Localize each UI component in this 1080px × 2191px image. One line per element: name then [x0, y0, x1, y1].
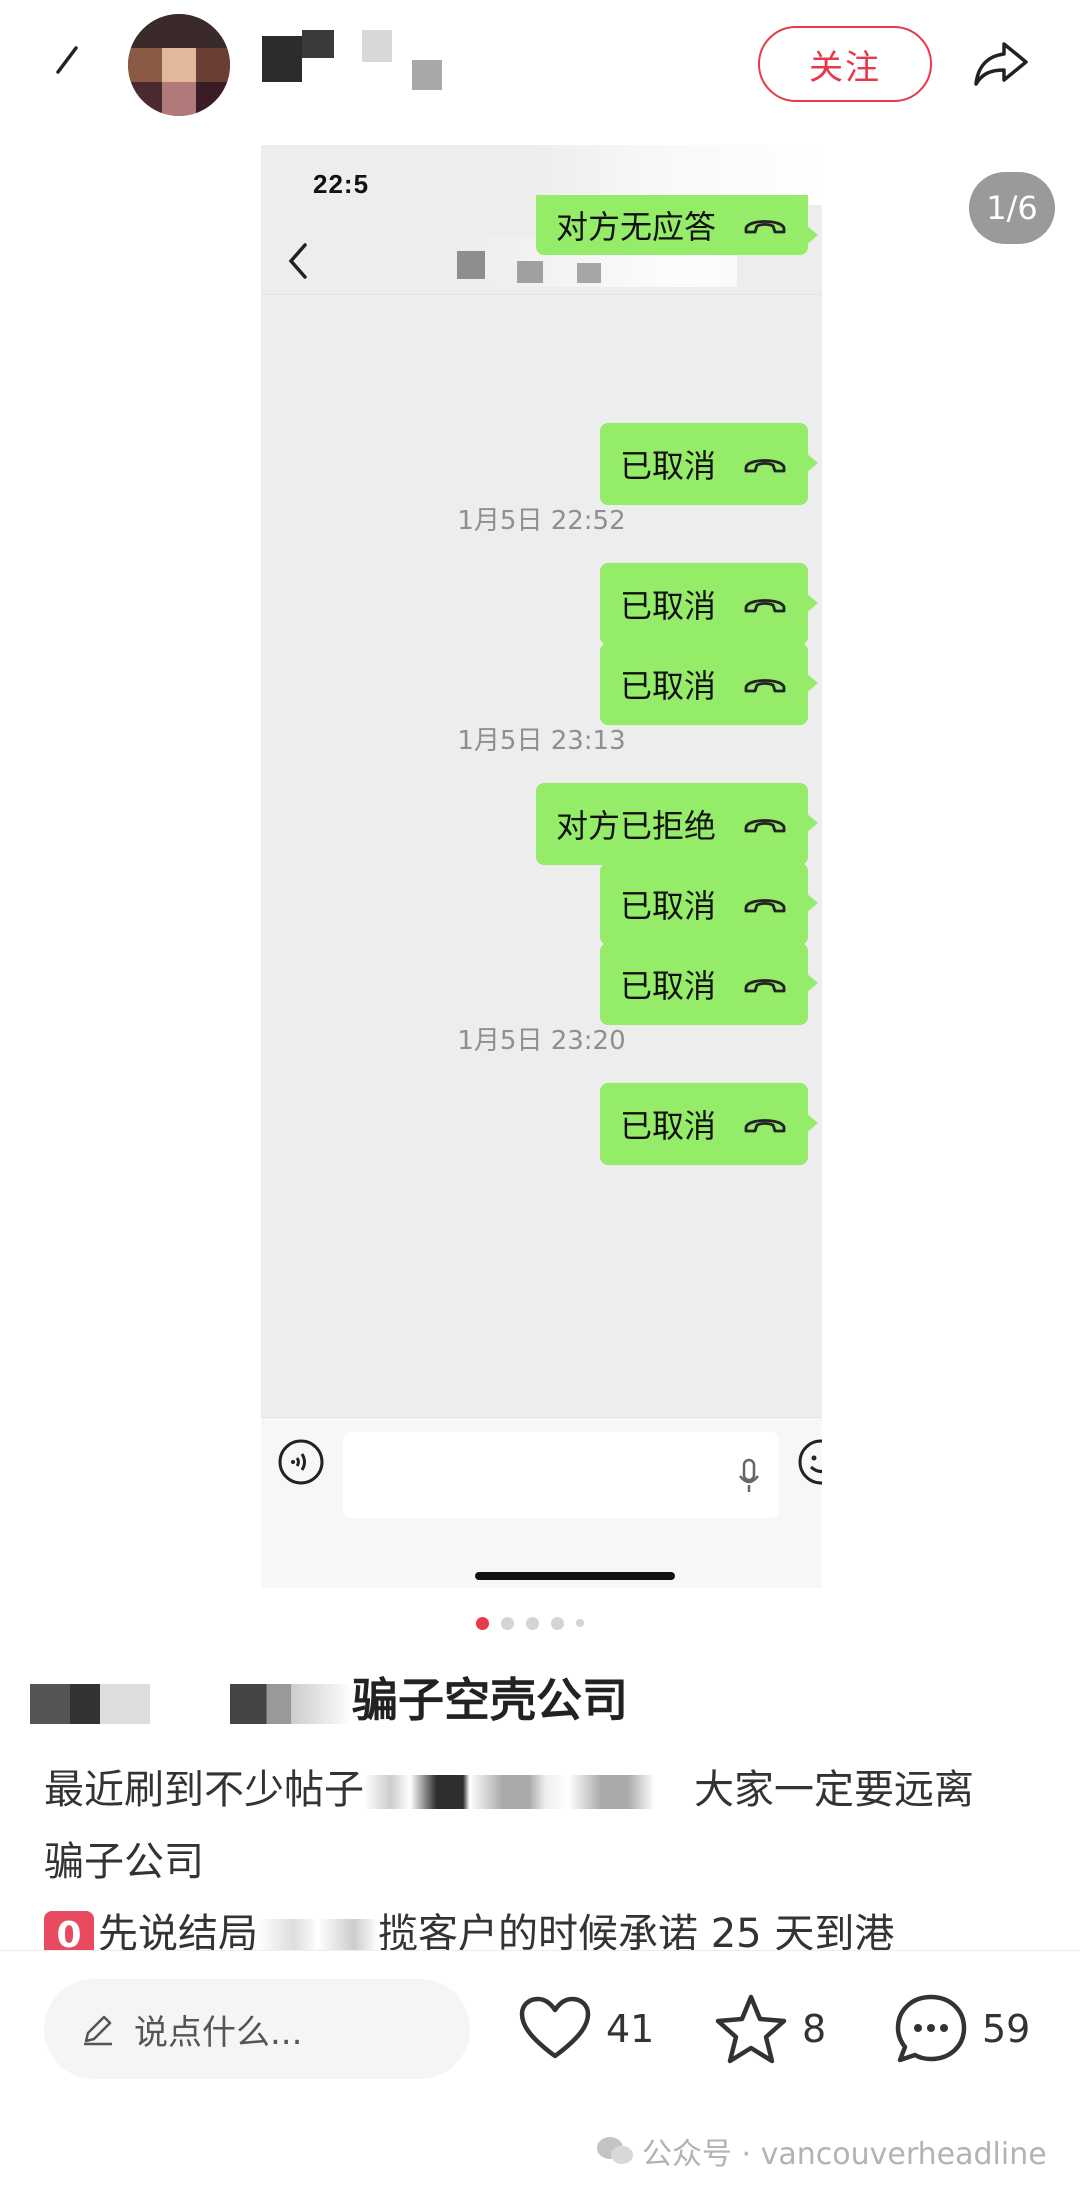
hangup-phone-icon [744, 220, 786, 234]
hangup-phone-icon [744, 899, 786, 913]
call-record-bubble[interactable]: 已取消 [599, 1083, 819, 1165]
mic-icon [739, 1458, 759, 1492]
redacted-title-part [230, 1683, 352, 1724]
star-icon [715, 1994, 787, 2064]
carousel-dots [476, 1616, 584, 1630]
carousel-dot[interactable] [501, 1616, 514, 1630]
carousel-dot[interactable] [526, 1616, 539, 1630]
call-record-bubble[interactable]: 对方无应答 [535, 195, 819, 255]
follow-button[interactable]: 关注 [758, 26, 932, 102]
redacted-text [364, 1775, 694, 1809]
like-count: 41 [606, 2007, 655, 2051]
chat-back-icon [288, 243, 307, 279]
hangup-phone-icon [744, 819, 786, 833]
redacted-text [258, 1919, 378, 1953]
favorite-count: 8 [802, 2007, 827, 2051]
comment-count: 59 [982, 2007, 1031, 2051]
back-button[interactable] [44, 28, 92, 76]
post-image[interactable]: 22:5 对方无应答 已取消 1月5日 22:52 已取消 已取消 1月5日 23:13 对… [261, 145, 822, 1588]
favorite-button[interactable]: 8 [714, 1989, 826, 2069]
carousel-dot[interactable] [576, 1619, 584, 1627]
post-body-line: 骗子公司 [44, 1839, 204, 1885]
call-status-text: 已取消 [619, 887, 716, 925]
author-avatar[interactable] [128, 14, 230, 116]
post-header: 关注 [0, 0, 1080, 140]
call-status-text: 已取消 [619, 587, 716, 625]
call-record-bubble[interactable]: 已取消 [599, 643, 819, 725]
hangup-phone-icon [744, 679, 786, 693]
chat-timestamp: 1月5日 23:20 [457, 1026, 626, 1056]
comment-placeholder: 说点什么... [134, 2013, 303, 2053]
hangup-phone-icon [744, 459, 786, 473]
comment-input[interactable]: 说点什么... [44, 1979, 470, 2079]
call-status-text: 对方无应答 [555, 208, 716, 246]
call-status-text: 对方已拒绝 [555, 807, 716, 845]
author-name[interactable] [262, 26, 462, 98]
hangup-phone-icon [744, 979, 786, 993]
hangup-phone-icon [744, 599, 786, 613]
watermark: 公众号 · vancouverheadline [596, 2129, 1047, 2173]
chat-input-bar [261, 1417, 822, 1588]
chat-timestamp: 1月5日 22:52 [457, 506, 626, 536]
like-button[interactable]: 41 [518, 1989, 654, 2069]
bottom-action-bar: 说点什么... 41 8 59 公众号 · vancouverheadline [0, 1950, 1080, 2191]
call-record-bubble[interactable]: 已取消 [599, 423, 819, 505]
call-record-bubble[interactable]: 对方已拒绝 [535, 783, 819, 865]
pencil-icon [84, 2015, 112, 2046]
back-arrow-icon [56, 46, 78, 74]
emoji-icon [798, 1439, 822, 1485]
home-indicator [475, 1572, 675, 1580]
post-title: 骗子空壳公司 [30, 1664, 628, 1727]
hangup-phone-icon [744, 1119, 786, 1133]
call-status-text: 已取消 [619, 667, 716, 705]
post-title-text: 骗子空壳公司 [352, 1673, 628, 1727]
redacted-title-part [30, 1683, 230, 1724]
share-button[interactable] [968, 30, 1034, 96]
comment-bubble-icon [895, 1994, 967, 2063]
comment-button[interactable]: 59 [894, 1989, 1030, 2069]
post-body-line: 最近刷到不少帖子 大家一定要远离 [44, 1767, 974, 1813]
share-icon [974, 42, 1028, 86]
carousel-dot[interactable] [476, 1616, 489, 1630]
call-status-text: 已取消 [619, 1107, 716, 1145]
carousel-dot[interactable] [551, 1616, 564, 1630]
phone-time: 22:5 [313, 169, 370, 199]
wechat-icon [597, 2137, 633, 2164]
post-body: 最近刷到不少帖子 大家一定要远离 骗子公司 0 先说结局 揽客户的时候承诺 25 天到… [44, 1754, 1044, 1970]
call-record-bubble[interactable]: 已取消 [599, 563, 819, 645]
voice-input-icon [278, 1439, 324, 1485]
call-record-bubble[interactable]: 已取消 [599, 863, 819, 945]
chat-timestamp: 1月5日 23:13 [457, 726, 626, 756]
call-status-text: 已取消 [619, 967, 716, 1005]
heart-icon [519, 1996, 591, 2059]
chat-text-field [343, 1432, 779, 1518]
image-counter: 1/6 [969, 172, 1055, 244]
call-status-text: 已取消 [619, 447, 716, 485]
call-record-bubble[interactable]: 已取消 [599, 943, 819, 1025]
